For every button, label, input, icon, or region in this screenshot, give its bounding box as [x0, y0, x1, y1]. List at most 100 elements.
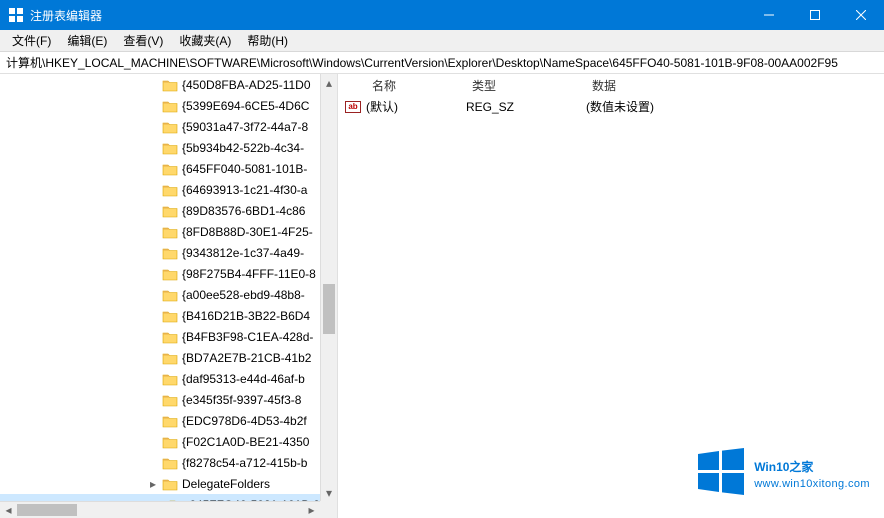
tree-item-label: {BD7A2E7B-21CB-41b2 — [182, 351, 311, 365]
list-body[interactable]: ab(默认)REG_SZ(数值未设置) — [338, 96, 884, 117]
expand-icon[interactable] — [146, 351, 160, 365]
menu-help[interactable]: 帮助(H) — [239, 30, 296, 51]
scroll-left-icon[interactable]: ◂ — [0, 502, 17, 518]
expand-icon[interactable] — [146, 435, 160, 449]
expand-icon[interactable] — [146, 99, 160, 113]
folder-icon — [162, 183, 178, 197]
scroll-right-icon[interactable]: ▸ — [303, 502, 320, 518]
tree-item[interactable]: {9343812e-1c37-4a49- — [0, 242, 320, 263]
scroll-down-icon[interactable]: ▾ — [321, 484, 337, 501]
tree-item-label: DelegateFolders — [182, 477, 270, 491]
tree-item[interactable]: {64693913-1c21-4f30-a — [0, 179, 320, 200]
tree-item[interactable]: {EDC978D6-4D53-4b2f — [0, 410, 320, 431]
tree-item[interactable]: {59031a47-3f72-44a7-8 — [0, 116, 320, 137]
expand-icon[interactable] — [146, 288, 160, 302]
string-value-icon: ab — [345, 101, 361, 113]
content-area: {450D8FBA-AD25-11D0 {5399E694-6CE5-4D6C {5… — [0, 74, 884, 518]
windows-logo-icon — [696, 446, 746, 496]
expand-icon[interactable] — [146, 246, 160, 260]
tree-pane: {450D8FBA-AD25-11D0 {5399E694-6CE5-4D6C {5… — [0, 74, 338, 518]
tree-item[interactable]: {98F275B4-4FFF-11E0-8 — [0, 263, 320, 284]
address-bar[interactable]: 计算机\HKEY_LOCAL_MACHINE\SOFTWARE\Microsof… — [0, 52, 884, 74]
folder-icon — [162, 99, 178, 113]
tree-item-label: {89D83576-6BD1-4c86 — [182, 204, 305, 218]
app-icon — [8, 7, 24, 23]
close-button[interactable] — [838, 0, 884, 30]
tree-item-label: {5399E694-6CE5-4D6C — [182, 99, 309, 113]
tree-item-label: {daf95313-e44d-46af-b — [182, 372, 305, 386]
tree-item[interactable]: {B416D21B-3B22-B6D4 — [0, 305, 320, 326]
folder-icon — [162, 372, 178, 386]
scrollbar-corner — [320, 501, 337, 518]
expand-icon[interactable] — [146, 120, 160, 134]
scrollbar-thumb[interactable] — [17, 504, 77, 516]
menu-view[interactable]: 查看(V) — [115, 30, 171, 51]
expand-icon[interactable] — [146, 204, 160, 218]
expand-icon[interactable] — [146, 183, 160, 197]
tree-view[interactable]: {450D8FBA-AD25-11D0 {5399E694-6CE5-4D6C {5… — [0, 74, 320, 501]
expand-icon[interactable] — [146, 330, 160, 344]
tree-item-label: {EDC978D6-4D53-4b2f — [182, 414, 307, 428]
expand-icon[interactable] — [146, 393, 160, 407]
expand-icon[interactable] — [146, 141, 160, 155]
tree-item-label: {f8278c54-a712-415b-b — [182, 456, 307, 470]
list-pane: 名称 类型 数据 ab(默认)REG_SZ(数值未设置) Win10之家 www… — [338, 74, 884, 518]
folder-icon — [162, 309, 178, 323]
folder-icon — [162, 246, 178, 260]
list-row[interactable]: ab(默认)REG_SZ(数值未设置) — [338, 96, 884, 117]
minimize-button[interactable] — [746, 0, 792, 30]
expand-icon[interactable] — [146, 78, 160, 92]
tree-item[interactable]: ▸ DelegateFolders — [0, 473, 320, 494]
expand-icon[interactable] — [146, 414, 160, 428]
value-data: (数值未设置) — [586, 98, 884, 115]
folder-icon — [162, 456, 178, 470]
list-header: 名称 类型 数据 — [338, 74, 884, 96]
expand-icon[interactable] — [146, 225, 160, 239]
tree-item[interactable]: {8FD8B88D-30E1-4F25- — [0, 221, 320, 242]
expand-icon[interactable] — [146, 372, 160, 386]
tree-item[interactable]: {daf95313-e44d-46af-b — [0, 368, 320, 389]
tree-item[interactable]: {BD7A2E7B-21CB-41b2 — [0, 347, 320, 368]
column-name[interactable]: 名称 — [366, 75, 466, 96]
scrollbar-thumb[interactable] — [323, 284, 335, 334]
tree-item[interactable]: {645FF040-5081-101B- — [0, 158, 320, 179]
tree-item[interactable]: {89D83576-6BD1-4c86 — [0, 200, 320, 221]
folder-icon — [162, 162, 178, 176]
tree-item[interactable]: {450D8FBA-AD25-11D0 — [0, 74, 320, 95]
column-data[interactable]: 数据 — [586, 75, 884, 96]
expand-icon[interactable]: ▸ — [146, 477, 160, 491]
expand-icon[interactable] — [146, 162, 160, 176]
tree-item-label: {e345f35f-9397-45f3-8 — [182, 393, 301, 407]
tree-vertical-scrollbar[interactable]: ▴ ▾ — [320, 74, 337, 501]
tree-item-selected[interactable]: 645FFO40-5081-101B-9 — [0, 494, 320, 501]
tree-item[interactable]: {e345f35f-9397-45f3-8 — [0, 389, 320, 410]
folder-icon — [162, 351, 178, 365]
tree-item[interactable]: {f8278c54-a712-415b-b — [0, 452, 320, 473]
folder-icon — [162, 225, 178, 239]
tree-item-label: {9343812e-1c37-4a49- — [182, 246, 304, 260]
watermark-brand: Win10 — [754, 460, 789, 474]
expand-icon[interactable] — [146, 267, 160, 281]
menu-file[interactable]: 文件(F) — [4, 30, 59, 51]
watermark-url: www.win10xitong.com — [754, 478, 870, 491]
window-title: 注册表编辑器 — [30, 7, 746, 24]
tree-horizontal-scrollbar[interactable]: ◂ ▸ — [0, 501, 320, 518]
tree-item-label: {5b934b42-522b-4c34- — [182, 141, 304, 155]
column-type[interactable]: 类型 — [466, 75, 586, 96]
tree-item-label: {B416D21B-3B22-B6D4 — [182, 309, 310, 323]
title-bar: 注册表编辑器 — [0, 0, 884, 30]
watermark-suffix: 之家 — [789, 460, 813, 474]
tree-item[interactable]: {a00ee528-ebd9-48b8- — [0, 284, 320, 305]
tree-item[interactable]: {5399E694-6CE5-4D6C — [0, 95, 320, 116]
tree-item[interactable]: {F02C1A0D-BE21-4350 — [0, 431, 320, 452]
folder-icon — [162, 120, 178, 134]
scroll-up-icon[interactable]: ▴ — [321, 74, 337, 91]
tree-item[interactable]: {5b934b42-522b-4c34- — [0, 137, 320, 158]
expand-icon[interactable] — [146, 456, 160, 470]
maximize-button[interactable] — [792, 0, 838, 30]
menu-edit[interactable]: 编辑(E) — [59, 30, 115, 51]
tree-item[interactable]: {B4FB3F98-C1EA-428d- — [0, 326, 320, 347]
menu-favorites[interactable]: 收藏夹(A) — [171, 30, 239, 51]
tree-item-label: {8FD8B88D-30E1-4F25- — [182, 225, 313, 239]
expand-icon[interactable] — [146, 309, 160, 323]
